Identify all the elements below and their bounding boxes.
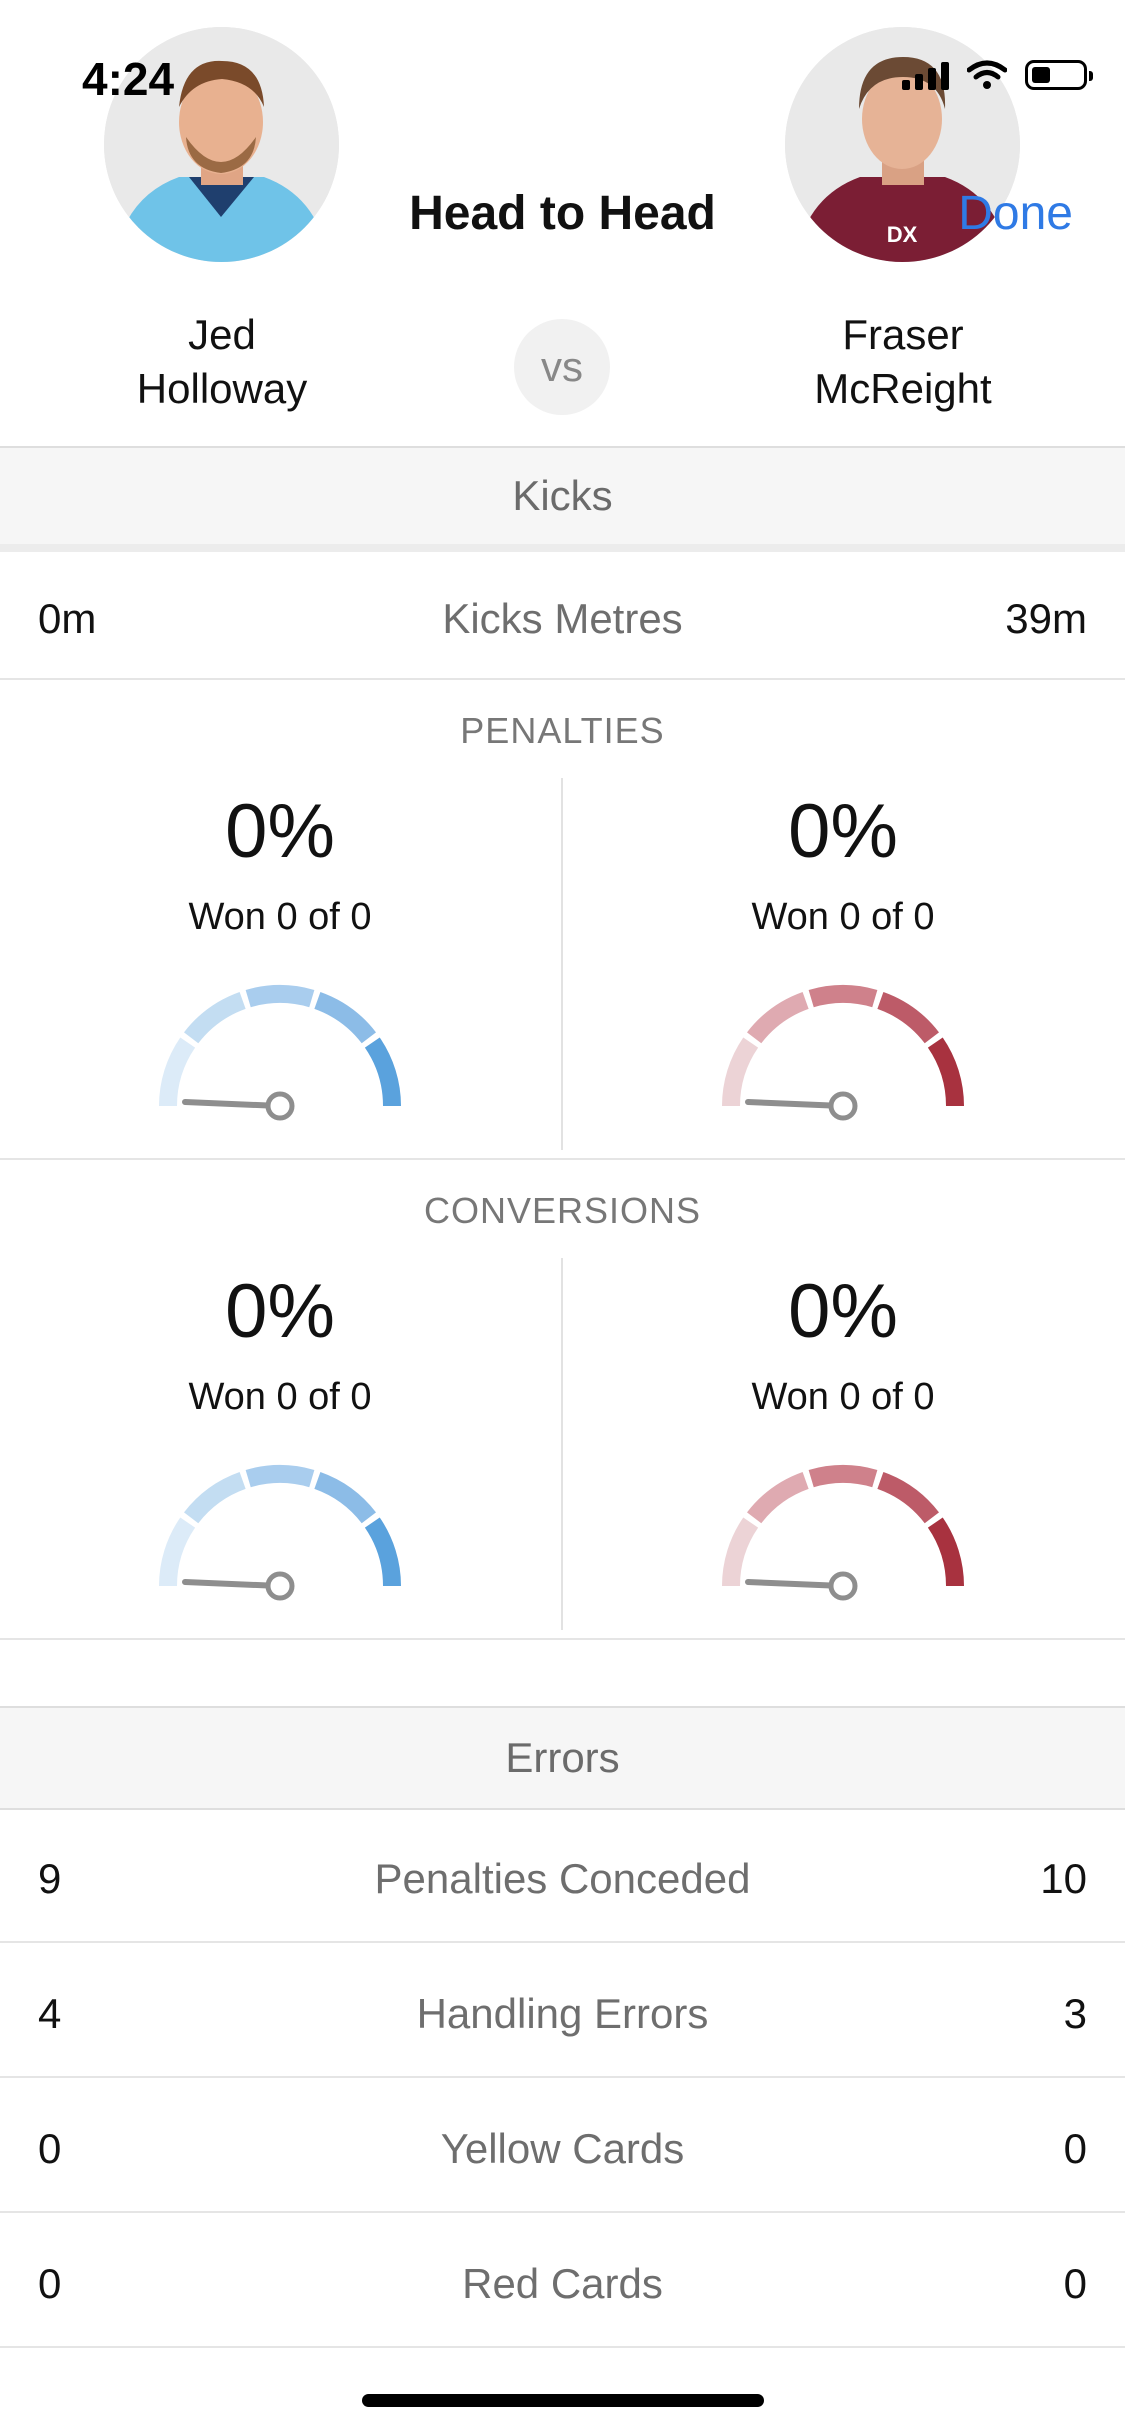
page-title: Head to Head [409,187,716,240]
vs-badge: vs [514,319,610,415]
player-first-name: Jed [188,311,256,358]
penalties-right: 0% Won 0 of 0 [563,778,1123,1150]
gauge-segment [877,1471,939,1524]
penalties-title: PENALTIES [460,710,665,751]
penalties-left-gauge [159,985,401,1121]
penalties-section: PENALTIES 0% Won 0 of 0 0% Won 0 of 0 [0,680,1125,1160]
gauge-segment [159,1517,196,1587]
gauge-segment [927,1517,964,1587]
gauge-segment [808,985,878,1008]
stat-right-value: 39m [1005,595,1087,642]
gauge-segment [877,991,939,1044]
status-bar: 4:24 [0,0,1125,140]
stat-label: Penalties Conceded [374,1855,751,1902]
stat-row-kicks-metres: 0m Kicks Metres 39m [0,550,1125,680]
gauge-segment [747,991,809,1044]
gauge-segment [722,1037,759,1107]
penalties-right-gauge [722,985,964,1121]
gauge-segment [314,991,376,1044]
gauge-hub [828,1091,858,1121]
gauge-segment [314,1471,376,1524]
gauge-segment [184,991,246,1044]
gauge-segment [808,1465,878,1488]
stat-label: Kicks Metres [442,595,683,642]
gauge-segment [364,1037,401,1107]
player-first-name: Fraser [842,311,964,358]
conversions-right-won: Won 0 of 0 [751,1376,935,1418]
stat-right-value: 3 [1063,1990,1087,2037]
player-name-left[interactable]: Jed Holloway [72,308,372,416]
conversions-section: CONVERSIONS 0% Won 0 of 0 0% Won 0 of 0 [0,1160,1125,1640]
penalties-left-percent: 0% [225,789,335,874]
stat-label: Red Cards [462,2260,663,2307]
done-button[interactable]: Done [958,186,1073,241]
penalties-right-won: Won 0 of 0 [751,896,935,938]
conversions-left-percent: 0% [225,1269,335,1354]
gauge-segment [364,1517,401,1587]
gauge-hub [265,1091,295,1121]
gauge-segment [245,1465,315,1488]
stat-row-penalties-conceded: 9 Penalties Conceded 10 [0,1808,1125,1943]
conversions-left-gauge [159,1465,401,1601]
gauge-segment [747,1471,809,1524]
penalties-left: 0% Won 0 of 0 [0,778,560,1150]
conversions-right-percent: 0% [788,1269,898,1354]
stat-label: Yellow Cards [440,2125,685,2172]
player-last-name: McReight [814,365,992,412]
stat-row-red-cards: 0 Red Cards 0 [0,2213,1125,2348]
gauge-segment [245,985,315,1008]
stat-row-yellow-cards: 0 Yellow Cards 0 [0,2078,1125,2213]
player-name-right[interactable]: Fraser McReight [753,308,1053,416]
conversions-left-won: Won 0 of 0 [188,1376,372,1418]
battery-icon [1025,60,1093,90]
conversions-right: 0% Won 0 of 0 [563,1258,1123,1630]
status-icons [902,60,1093,90]
gauge-segment [927,1037,964,1107]
cellular-signal-icon [902,60,949,90]
penalties-right-percent: 0% [788,789,898,874]
home-indicator[interactable] [362,2394,764,2407]
stat-right-value: 10 [1040,1855,1087,1902]
gauge-hub [828,1571,858,1601]
conversions-right-gauge [722,1465,964,1601]
gauge-segment [184,1471,246,1524]
stat-row-handling-errors: 4 Handling Errors 3 [0,1943,1125,2078]
penalties-left-won: Won 0 of 0 [188,896,372,938]
player-last-name: Holloway [136,365,308,412]
stat-right-value: 0 [1063,2125,1087,2172]
section-header-kicks: Kicks [0,446,1125,552]
stat-right-value: 0 [1063,2260,1087,2307]
conversions-title: CONVERSIONS [423,1190,702,1231]
conversions-left: 0% Won 0 of 0 [0,1258,560,1630]
status-time: 4:24 [82,53,175,105]
section-header-errors: Errors [0,1706,1125,1810]
wifi-icon [967,60,1007,89]
gauge-segment [722,1517,759,1587]
gauge-hub [265,1571,295,1601]
stat-label: Handling Errors [416,1990,709,2037]
gauge-segment [159,1037,196,1107]
